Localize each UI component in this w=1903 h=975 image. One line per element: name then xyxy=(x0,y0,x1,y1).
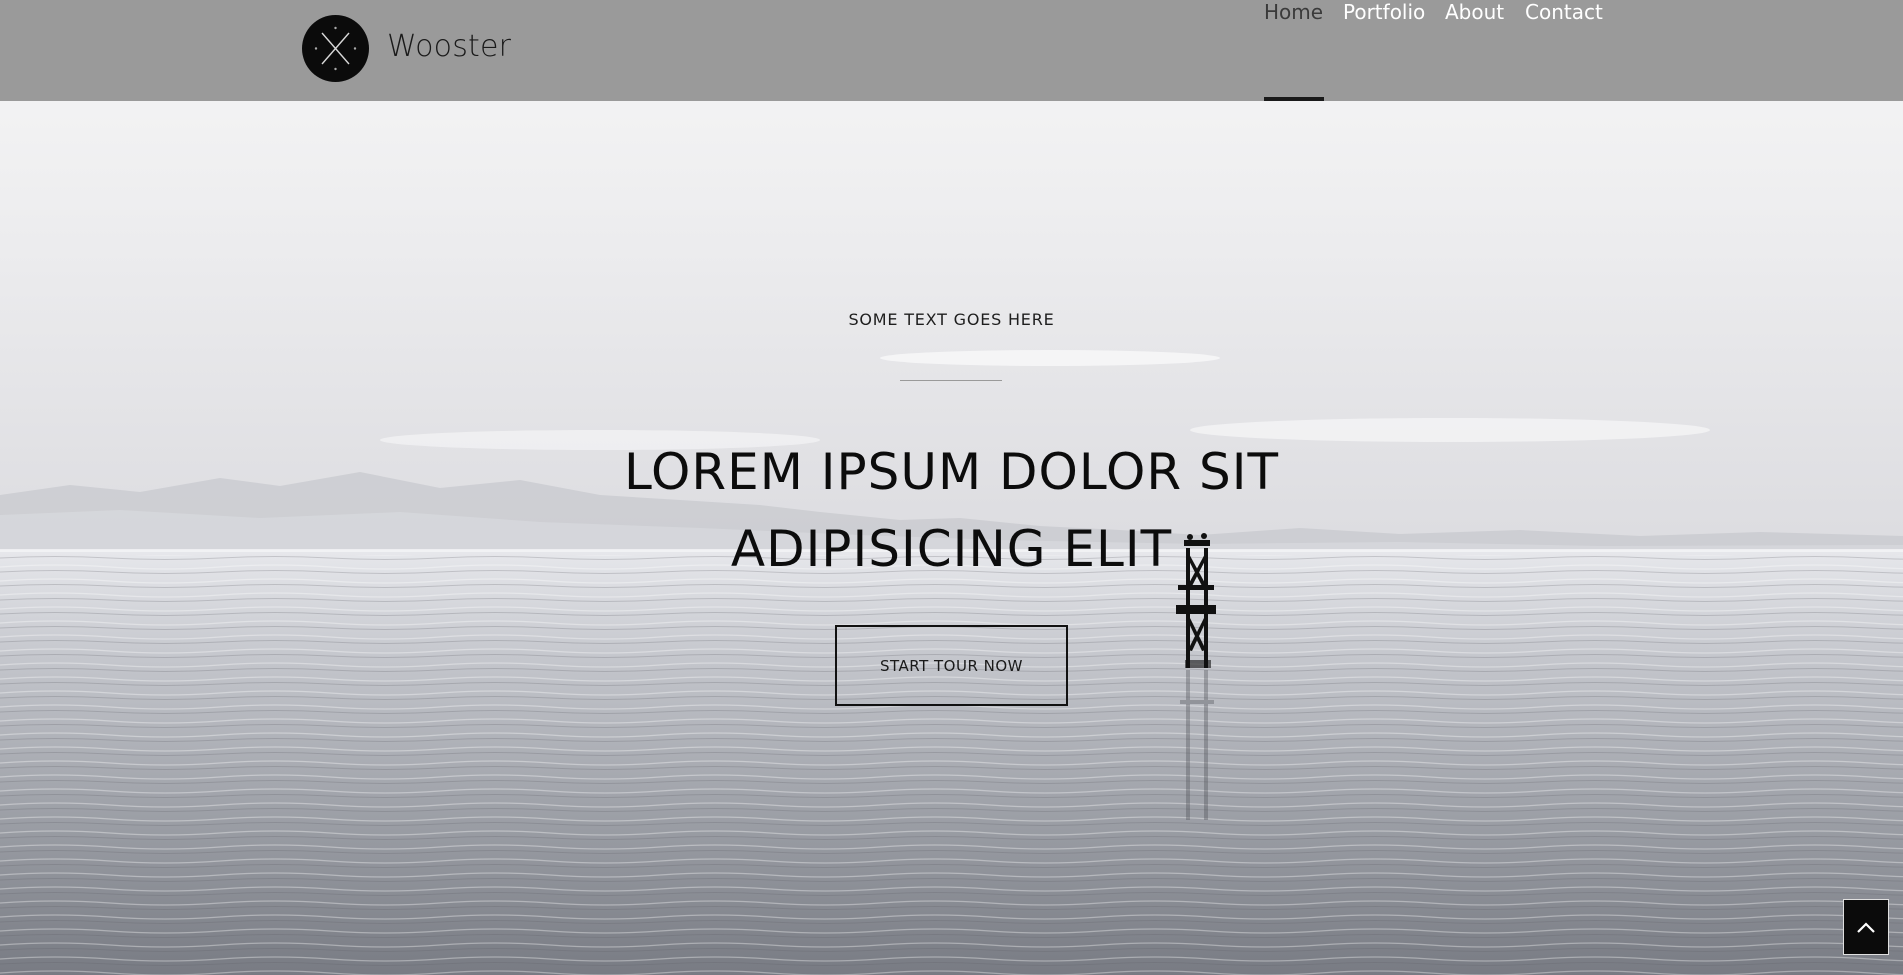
start-tour-button[interactable]: START TOUR NOW xyxy=(835,625,1068,706)
nav-active-indicator xyxy=(1264,97,1324,101)
hero-title-line-2: ADIPISICING ELIT xyxy=(730,520,1173,578)
nav-contact[interactable]: Contact xyxy=(1525,0,1603,24)
hero-kicker: SOME TEXT GOES HERE xyxy=(848,310,1055,329)
site-header: Wooster Home Portfolio About Contact xyxy=(0,0,1903,101)
crossed-circle-logo-icon xyxy=(314,26,357,71)
hero-divider xyxy=(900,380,1002,381)
chevron-up-icon xyxy=(1857,922,1875,933)
nav-portfolio[interactable]: Portfolio xyxy=(1343,0,1425,24)
scroll-to-top-button[interactable] xyxy=(1843,899,1889,955)
nav-home[interactable]: Home xyxy=(1264,0,1323,24)
logo[interactable] xyxy=(302,15,369,82)
page: Wooster Home Portfolio About Contact SOM… xyxy=(0,0,1903,975)
hero-title: LOREM IPSUM DOLOR SIT ADIPISICING ELIT xyxy=(0,434,1903,588)
brand-name[interactable]: Wooster xyxy=(387,29,511,64)
hero-title-line-1: LOREM IPSUM DOLOR SIT xyxy=(623,443,1279,501)
nav-about[interactable]: About xyxy=(1445,0,1504,24)
